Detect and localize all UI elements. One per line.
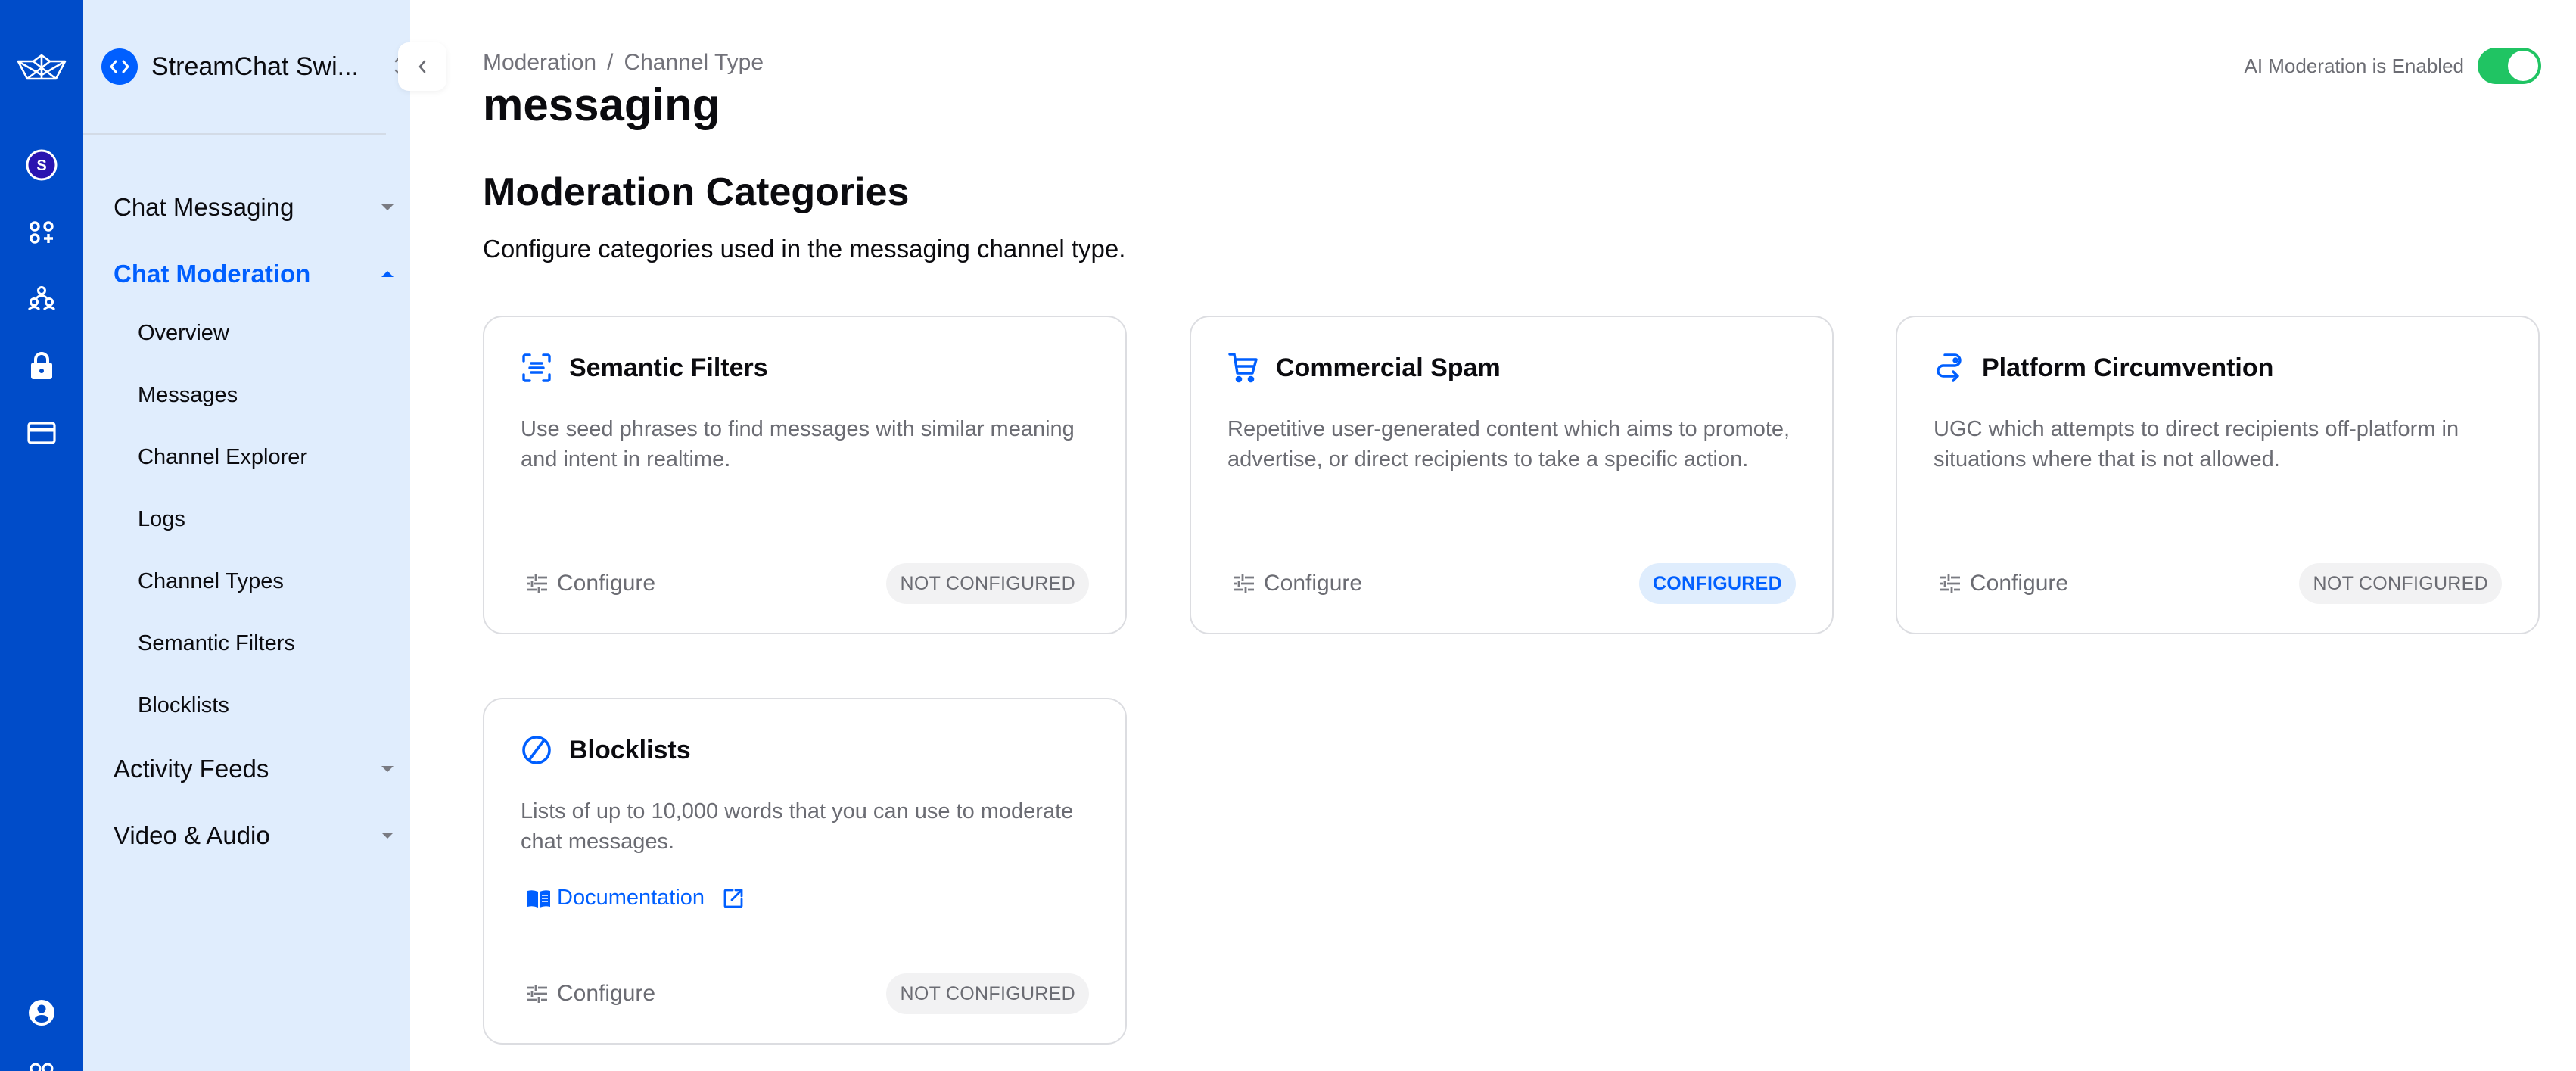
card-description: Use seed phrases to find messages with s… (521, 417, 1075, 472)
team-icon[interactable] (0, 283, 83, 313)
documentation-link[interactable]: Documentation (527, 886, 744, 911)
sidebar-section-video-audio[interactable]: Video & Audio (114, 814, 394, 857)
configure-label: Configure (1970, 571, 2069, 596)
sidebar-item-overview[interactable]: Overview (138, 315, 229, 351)
chevron-left-icon (418, 60, 426, 73)
breadcrumb: Moderation / Channel Type (483, 50, 764, 76)
category-card-semantic-filters: Semantic Filters Use seed phrases to fin… (483, 316, 1127, 634)
card-description: Lists of up to 10,000 words that you can… (521, 799, 1074, 854)
caret-down-icon (381, 204, 394, 210)
section-subtitle: Configure categories used in the messagi… (483, 235, 1126, 263)
billing-card-icon[interactable] (0, 418, 83, 448)
configure-label: Configure (557, 571, 656, 596)
card-description: Repetitive user-generated content which … (1227, 417, 1790, 472)
sidebar-item-semantic-filters[interactable]: Semantic Filters (138, 625, 295, 662)
icon-rail: S (0, 0, 83, 1071)
sidebar-divider (83, 133, 386, 135)
breadcrumb-separator: / (607, 50, 614, 75)
semantic-filter-icon (521, 352, 552, 384)
card-description: UGC which attempts to direct recipients … (1934, 417, 2459, 472)
configure-button[interactable]: Configure (1234, 571, 1362, 596)
caret-up-icon (381, 271, 394, 277)
breadcrumb-channel-type: Channel Type (624, 50, 764, 75)
app-switcher[interactable]: StreamChat Swi... (101, 48, 405, 85)
documentation-label: Documentation (557, 886, 705, 910)
ai-moderation-control: AI Moderation is Enabled (2244, 48, 2541, 84)
category-card-blocklists: Blocklists Lists of up to 10,000 words t… (483, 698, 1127, 1045)
sidebar-section-activity-feeds[interactable]: Activity Feeds (114, 748, 394, 790)
sliders-icon (527, 574, 547, 593)
main-content: Moderation / Channel Type messaging AI M… (410, 0, 2576, 1071)
category-card-commercial-spam: Commercial Spam Repetitive user-generate… (1190, 316, 1834, 634)
caret-down-icon (381, 833, 394, 839)
card-title: Platform Circumvention (1982, 353, 2274, 382)
breadcrumb-moderation[interactable]: Moderation (483, 50, 596, 76)
organization-avatar-icon[interactable]: S (0, 148, 83, 182)
book-icon (527, 889, 550, 908)
category-card-platform-circumvention: Platform Circumvention UGC which attempt… (1896, 316, 2540, 634)
sidebar-section-chat-messaging[interactable]: Chat Messaging (114, 186, 394, 229)
sliders-icon (527, 985, 547, 1003)
card-title: Blocklists (569, 735, 691, 764)
collapse-sidebar-button[interactable] (398, 42, 446, 91)
route-redirect-icon (1934, 352, 1965, 384)
sidebar: StreamChat Swi... Chat Messaging Chat Mo… (83, 0, 410, 1071)
configure-label: Configure (557, 981, 656, 1006)
sidebar-section-label: Chat Messaging (114, 193, 294, 221)
caret-down-icon (381, 766, 394, 772)
stream-logo-icon[interactable] (0, 47, 83, 88)
sliders-icon (1940, 574, 1960, 593)
sidebar-item-channel-explorer[interactable]: Channel Explorer (138, 439, 307, 475)
page-title: messaging (483, 79, 720, 130)
block-icon (521, 734, 552, 766)
settings-icon[interactable] (0, 1060, 83, 1071)
apps-add-icon[interactable] (0, 217, 83, 248)
toggle-knob (2508, 51, 2538, 81)
sidebar-section-label: Activity Feeds (114, 755, 269, 783)
sidebar-section-chat-moderation[interactable]: Chat Moderation (114, 253, 394, 295)
card-title: Semantic Filters (569, 353, 768, 382)
status-badge: NOT CONFIGURED (2299, 563, 2502, 604)
ai-moderation-toggle[interactable] (2478, 48, 2541, 84)
org-initial: S (36, 157, 46, 174)
shopping-cart-icon (1227, 352, 1259, 384)
sliders-icon (1234, 574, 1254, 593)
configure-button[interactable]: Configure (527, 571, 655, 596)
app: S StreamChat Swi... Chat Messaging Chat … (0, 0, 2576, 1071)
app-name: StreamChat Swi... (151, 51, 359, 81)
status-badge: CONFIGURED (1638, 563, 1796, 604)
sidebar-section-label: Video & Audio (114, 821, 270, 849)
sidebar-section-label: Chat Moderation (114, 260, 311, 288)
sidebar-item-channel-types[interactable]: Channel Types (138, 563, 284, 599)
configure-button[interactable]: Configure (1940, 571, 2068, 596)
card-title: Commercial Spam (1276, 353, 1501, 382)
status-badge: NOT CONFIGURED (886, 563, 1089, 604)
lock-icon[interactable] (0, 348, 83, 383)
section-title: Moderation Categories (483, 170, 910, 214)
code-icon (101, 48, 138, 85)
configure-label: Configure (1264, 571, 1363, 596)
user-profile-icon[interactable] (0, 998, 83, 1028)
sidebar-item-blocklists[interactable]: Blocklists (138, 687, 229, 724)
ai-moderation-label: AI Moderation is Enabled (2244, 54, 2464, 77)
status-badge: NOT CONFIGURED (886, 973, 1089, 1014)
external-link-icon (723, 889, 743, 908)
sidebar-item-messages[interactable]: Messages (138, 377, 238, 413)
sidebar-item-logs[interactable]: Logs (138, 501, 185, 537)
configure-button[interactable]: Configure (527, 981, 655, 1007)
